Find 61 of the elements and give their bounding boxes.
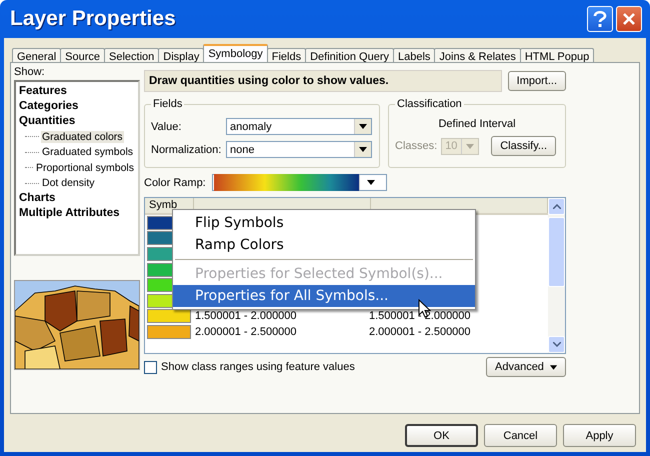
- group-title: Fields: [152, 98, 184, 110]
- renderer-category[interactable]: Multiple Attributes: [19, 206, 135, 221]
- scroll-up-icon: [552, 204, 560, 209]
- renderer-category[interactable]: Categories: [19, 99, 135, 114]
- window-title: Layer Properties: [10, 7, 177, 31]
- dialog-button[interactable]: OK: [405, 424, 478, 447]
- advanced-button[interactable]: Advanced: [486, 357, 566, 377]
- tab[interactable]: Labels: [392, 48, 436, 62]
- normalization-label: Normalization:: [151, 144, 222, 156]
- renderer-option[interactable]: Proportional symbols: [34, 162, 135, 174]
- color-ramp-dropdown[interactable]: [212, 174, 387, 191]
- renderer-category[interactable]: Charts: [19, 191, 135, 206]
- tab[interactable]: HTML Popup: [520, 48, 594, 62]
- label-cell: 1.500001 - 2.000000: [369, 310, 471, 322]
- symbol-swatch[interactable]: [147, 309, 191, 324]
- value-label: Value:: [151, 120, 182, 132]
- dropdown-arrow-icon: [359, 147, 367, 152]
- renderer-description: Draw quantities using color to show values.: [144, 70, 502, 92]
- renderer-option[interactable]: Graduated symbols: [41, 146, 134, 158]
- menu-item[interactable]: Flip Symbols: [173, 212, 475, 234]
- color-ramp-label: Color Ramp:: [144, 176, 206, 188]
- group-title: Classification: [396, 98, 463, 110]
- dropdown-arrow-icon: [359, 124, 367, 129]
- classification-method: Defined Interval: [437, 118, 517, 130]
- range-cell-text: 2.000001 - 2.500000: [194, 326, 298, 338]
- normalization-dropdown[interactable]: none: [226, 141, 372, 158]
- value-dropdown[interactable]: anomaly: [226, 118, 372, 135]
- tab[interactable]: Selection: [104, 48, 160, 62]
- tab[interactable]: Symbology: [203, 44, 268, 62]
- tab[interactable]: General: [12, 48, 62, 62]
- dialog-button[interactable]: Cancel: [484, 424, 557, 447]
- dropdown-arrow-icon: [366, 180, 375, 185]
- checkbox-label: Show class ranges using feature values: [161, 361, 355, 373]
- help-button[interactable]: [587, 6, 613, 32]
- range-cell-text: 1.500001 - 2.000000: [194, 310, 298, 322]
- label-cell: 2.000001 - 2.500000: [369, 326, 471, 338]
- renderer-category[interactable]: Quantities: [19, 114, 135, 129]
- classes-label: Classes:: [395, 140, 438, 152]
- menu-item[interactable]: Ramp Colors: [173, 234, 475, 256]
- tab[interactable]: Definition Query: [305, 48, 394, 62]
- tab[interactable]: Display: [158, 48, 204, 62]
- renderer-option[interactable]: Graduated colors: [41, 130, 124, 143]
- dropdown-arrow-icon: [466, 144, 474, 148]
- tab[interactable]: Source: [60, 48, 105, 62]
- dropdown-arrow-icon: [550, 364, 557, 370]
- menu-item[interactable]: Properties for All Symbols...: [173, 285, 475, 307]
- show-label: Show:: [14, 66, 46, 78]
- renderer-category[interactable]: Features: [19, 84, 135, 99]
- checkbox[interactable]: [144, 360, 157, 374]
- scrollbar[interactable]: [548, 198, 565, 353]
- dialog-button[interactable]: Apply: [563, 424, 636, 447]
- import-button[interactable]: Import...: [508, 71, 566, 91]
- renderer-option[interactable]: Dot density: [41, 177, 96, 190]
- question-mark-icon: [593, 11, 607, 27]
- close-button[interactable]: [616, 6, 642, 32]
- symbol-swatch[interactable]: [147, 324, 191, 339]
- scroll-down-icon: [552, 342, 560, 347]
- close-icon: [622, 12, 636, 26]
- tab[interactable]: Joins & Relates: [434, 48, 521, 62]
- tab[interactable]: Fields: [266, 48, 306, 62]
- classify-button[interactable]: Classify...: [491, 136, 556, 156]
